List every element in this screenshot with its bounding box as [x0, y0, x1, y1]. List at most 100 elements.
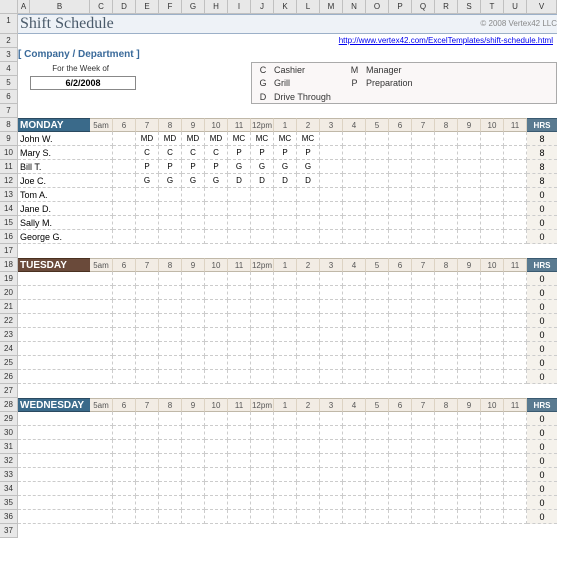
employee-name[interactable]: John W. — [18, 132, 90, 146]
shift-cell[interactable] — [412, 314, 435, 328]
shift-cell[interactable] — [320, 314, 343, 328]
shift-cell[interactable] — [274, 510, 297, 524]
shift-cell[interactable] — [458, 426, 481, 440]
shift-cell[interactable] — [274, 202, 297, 216]
shift-cell[interactable]: P — [274, 146, 297, 160]
shift-cell[interactable] — [274, 356, 297, 370]
shift-cell[interactable] — [274, 300, 297, 314]
employee-name[interactable]: Mary S. — [18, 146, 90, 160]
shift-cell[interactable] — [182, 216, 205, 230]
shift-cell[interactable] — [251, 230, 274, 244]
shift-cell[interactable] — [136, 342, 159, 356]
shift-cell[interactable] — [435, 230, 458, 244]
row-header[interactable]: 17 — [0, 244, 18, 258]
shift-cell[interactable] — [435, 356, 458, 370]
employee-name[interactable] — [18, 314, 90, 328]
shift-cell[interactable] — [435, 300, 458, 314]
shift-cell[interactable] — [412, 496, 435, 510]
shift-cell[interactable]: C — [159, 146, 182, 160]
col-header[interactable]: R — [435, 0, 458, 14]
employee-name[interactable] — [18, 272, 90, 286]
shift-cell[interactable] — [113, 230, 136, 244]
shift-cell[interactable] — [481, 356, 504, 370]
shift-cell[interactable] — [435, 202, 458, 216]
shift-cell[interactable] — [343, 272, 366, 286]
employee-name[interactable] — [18, 300, 90, 314]
shift-cell[interactable] — [412, 272, 435, 286]
shift-cell[interactable] — [251, 286, 274, 300]
shift-cell[interactable] — [435, 412, 458, 426]
employee-name[interactable] — [18, 412, 90, 426]
col-header[interactable]: C — [90, 0, 113, 14]
row-header[interactable]: 9 — [0, 132, 18, 146]
row-header[interactable]: 36 — [0, 510, 18, 524]
shift-cell[interactable] — [435, 468, 458, 482]
shift-cell[interactable] — [136, 440, 159, 454]
shift-cell[interactable] — [228, 216, 251, 230]
shift-cell[interactable] — [205, 216, 228, 230]
shift-cell[interactable] — [297, 440, 320, 454]
shift-cell[interactable] — [113, 412, 136, 426]
shift-cell[interactable] — [228, 440, 251, 454]
shift-cell[interactable] — [389, 230, 412, 244]
shift-cell[interactable] — [113, 454, 136, 468]
shift-cell[interactable] — [389, 426, 412, 440]
shift-cell[interactable] — [136, 510, 159, 524]
shift-cell[interactable] — [504, 132, 527, 146]
shift-cell[interactable] — [458, 146, 481, 160]
shift-cell[interactable] — [159, 370, 182, 384]
shift-cell[interactable] — [504, 272, 527, 286]
col-header[interactable]: F — [159, 0, 182, 14]
shift-cell[interactable] — [159, 202, 182, 216]
shift-cell[interactable] — [113, 174, 136, 188]
shift-cell[interactable] — [159, 468, 182, 482]
shift-cell[interactable] — [251, 454, 274, 468]
shift-cell[interactable] — [228, 188, 251, 202]
shift-cell[interactable] — [182, 482, 205, 496]
shift-cell[interactable] — [136, 202, 159, 216]
shift-cell[interactable] — [251, 356, 274, 370]
shift-cell[interactable] — [504, 300, 527, 314]
shift-cell[interactable] — [481, 468, 504, 482]
shift-cell[interactable] — [90, 272, 113, 286]
shift-cell[interactable] — [389, 174, 412, 188]
shift-cell[interactable] — [458, 160, 481, 174]
shift-cell[interactable] — [435, 188, 458, 202]
shift-cell[interactable] — [481, 510, 504, 524]
shift-cell[interactable] — [504, 314, 527, 328]
shift-cell[interactable] — [205, 314, 228, 328]
shift-cell[interactable]: G — [274, 160, 297, 174]
shift-cell[interactable] — [251, 426, 274, 440]
employee-name[interactable] — [18, 440, 90, 454]
col-header[interactable]: O — [366, 0, 389, 14]
shift-cell[interactable] — [159, 300, 182, 314]
shift-cell[interactable] — [481, 160, 504, 174]
shift-cell[interactable] — [412, 230, 435, 244]
shift-cell[interactable] — [182, 328, 205, 342]
col-header[interactable]: E — [136, 0, 159, 14]
shift-cell[interactable] — [159, 356, 182, 370]
shift-cell[interactable] — [113, 300, 136, 314]
shift-cell[interactable] — [412, 510, 435, 524]
shift-cell[interactable] — [389, 496, 412, 510]
employee-name[interactable] — [18, 328, 90, 342]
shift-cell[interactable] — [458, 468, 481, 482]
shift-cell[interactable]: G — [251, 160, 274, 174]
shift-cell[interactable] — [320, 482, 343, 496]
shift-cell[interactable] — [343, 188, 366, 202]
shift-cell[interactable] — [297, 342, 320, 356]
shift-cell[interactable]: MC — [274, 132, 297, 146]
shift-cell[interactable] — [205, 300, 228, 314]
shift-cell[interactable] — [182, 426, 205, 440]
shift-cell[interactable] — [136, 370, 159, 384]
shift-cell[interactable] — [458, 412, 481, 426]
shift-cell[interactable] — [343, 496, 366, 510]
shift-cell[interactable] — [113, 160, 136, 174]
shift-cell[interactable] — [228, 356, 251, 370]
shift-cell[interactable] — [389, 454, 412, 468]
shift-cell[interactable] — [320, 496, 343, 510]
row-header[interactable]: 31 — [0, 440, 18, 454]
row-header[interactable]: 34 — [0, 482, 18, 496]
shift-cell[interactable] — [481, 174, 504, 188]
shift-cell[interactable] — [113, 370, 136, 384]
